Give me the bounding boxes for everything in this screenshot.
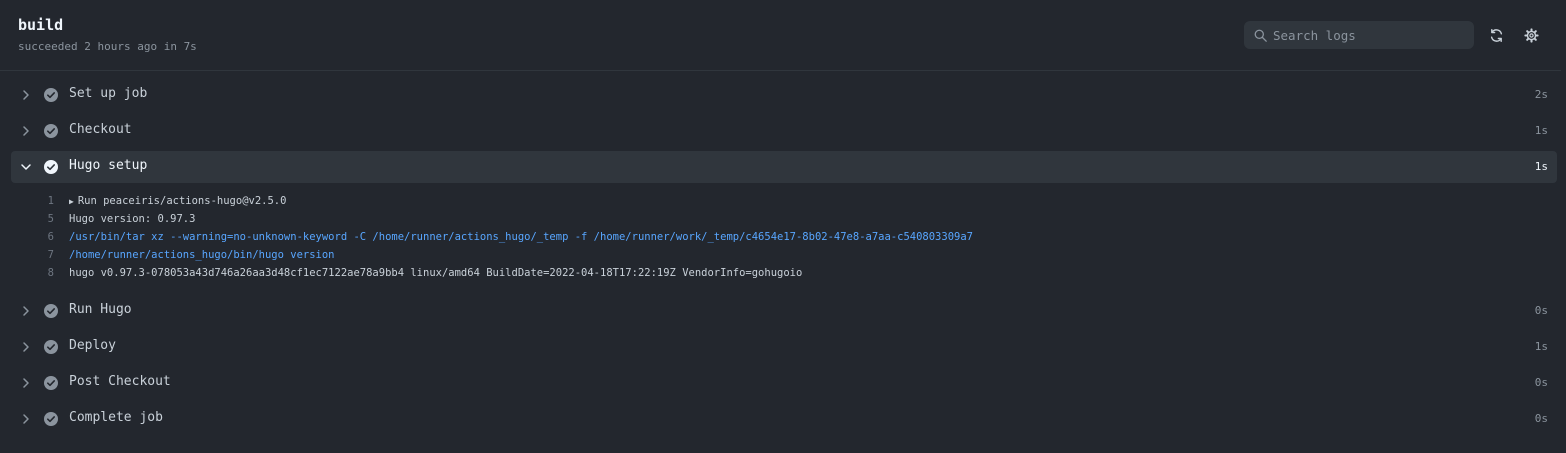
step-duration: 0s [1534, 376, 1548, 389]
check-circle-icon [44, 88, 58, 102]
log-line: 5 Hugo version: 0.97.3 [0, 213, 1200, 231]
step-checkout[interactable]: Checkout 1s [11, 115, 1557, 147]
step-post-checkout[interactable]: Post Checkout 0s [11, 367, 1557, 399]
log-line[interactable]: 1 ▶ Run peaceiris/actions-hugo@v2.5.0 [0, 195, 1200, 213]
caret-right-icon: ▶ [69, 197, 74, 206]
chevron-right-icon [23, 342, 29, 352]
gear-icon [1523, 27, 1539, 43]
step-name: Run Hugo [69, 302, 132, 317]
log-group-toggle[interactable]: ▶ Run peaceiris/actions-hugo@v2.5.0 [69, 195, 286, 207]
step-duration: 1s [1534, 124, 1548, 137]
step-deploy[interactable]: Deploy 1s [11, 331, 1557, 363]
check-circle-icon [44, 340, 58, 354]
check-circle-icon [44, 412, 58, 426]
check-circle-icon [44, 304, 58, 318]
line-number[interactable]: 8 [30, 267, 54, 279]
job-title: build [18, 16, 64, 34]
log-line: 8 hugo v0.97.3-078053a43d746a26aa3d48cf1… [0, 267, 1200, 285]
chevron-down-icon [21, 164, 31, 170]
step-name: Post Checkout [69, 374, 171, 389]
step-duration: 1s [1534, 160, 1548, 173]
line-number[interactable]: 1 [30, 195, 54, 207]
log-text: Hugo version: 0.97.3 [69, 213, 196, 225]
line-number[interactable]: 6 [30, 231, 54, 243]
step-complete-job[interactable]: Complete job 0s [11, 403, 1557, 435]
step-duration: 1s [1534, 340, 1548, 353]
job-status-summary: succeeded 2 hours ago in 7s [18, 40, 197, 53]
search-logs-box[interactable] [1244, 21, 1474, 49]
step-name: Deploy [69, 338, 116, 353]
log-command-text: /usr/bin/tar xz --warning=no-unknown-key… [69, 231, 973, 243]
search-logs-input[interactable] [1273, 22, 1468, 48]
log-line: 7 /home/runner/actions_hugo/bin/hugo ver… [0, 249, 1200, 267]
search-icon [1254, 29, 1267, 42]
chevron-right-icon [23, 306, 29, 316]
check-circle-icon [44, 160, 58, 174]
step-duration: 0s [1534, 412, 1548, 425]
job-header: build succeeded 2 hours ago in 7s [0, 0, 1561, 71]
settings-button[interactable] [1522, 26, 1540, 44]
chevron-right-icon [23, 126, 29, 136]
step-name: Complete job [69, 410, 163, 425]
step-duration: 0s [1534, 304, 1548, 317]
step-set-up-job[interactable]: Set up job 2s [11, 79, 1557, 111]
chevron-right-icon [23, 414, 29, 424]
log-text: Run peaceiris/actions-hugo@v2.5.0 [77, 195, 287, 207]
log-command-text: /home/runner/actions_hugo/bin/hugo versi… [69, 249, 335, 261]
step-duration: 2s [1534, 88, 1548, 101]
step-name: Checkout [69, 122, 132, 137]
step-run-hugo[interactable]: Run Hugo 0s [11, 295, 1557, 327]
check-circle-icon [44, 124, 58, 138]
check-circle-icon [44, 376, 58, 390]
chevron-right-icon [23, 378, 29, 388]
step-hugo-setup[interactable]: Hugo setup 1s [11, 151, 1557, 183]
line-number[interactable]: 7 [30, 249, 54, 261]
step-name: Set up job [69, 86, 148, 101]
log-text: hugo v0.97.3-078053a43d746a26aa3d48cf1ec… [69, 267, 803, 279]
line-number[interactable]: 5 [30, 213, 54, 225]
chevron-right-icon [23, 90, 29, 100]
step-name: Hugo setup [69, 158, 148, 173]
refresh-button[interactable] [1487, 26, 1505, 44]
sync-icon [1490, 28, 1502, 42]
log-line: 6 /usr/bin/tar xz --warning=no-unknown-k… [0, 231, 1200, 249]
